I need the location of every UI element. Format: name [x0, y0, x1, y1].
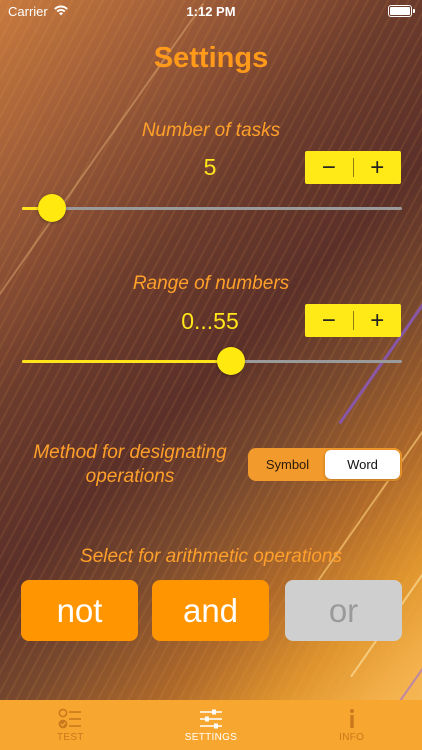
tab-settings[interactable]: SETTINGS — [141, 700, 282, 750]
tab-settings-label: SETTINGS — [184, 732, 238, 743]
checklist-icon — [58, 708, 82, 729]
tasks-label: Number of tasks — [141, 120, 281, 141]
battery-icon — [388, 5, 415, 17]
range-slider-thumb[interactable] — [217, 347, 245, 375]
clock-label: 1:12 PM — [186, 4, 236, 19]
range-stepper[interactable]: − + — [305, 304, 401, 337]
tasks-decrement-button[interactable]: − — [305, 151, 353, 184]
segment-word[interactable]: Word — [325, 450, 400, 479]
range-value: 0...55 — [181, 308, 239, 334]
page-title: Settings — [153, 42, 269, 74]
range-decrement-button[interactable]: − — [305, 304, 353, 337]
and-button[interactable]: and — [152, 580, 269, 641]
range-slider[interactable] — [22, 347, 402, 375]
tab-bar: TEST SETTINGS INFO — [0, 700, 422, 750]
tasks-value: 5 — [203, 154, 217, 180]
operations-label: Select for arithmetic operations — [80, 546, 342, 567]
sliders-icon — [200, 709, 222, 729]
range-slider-fill — [22, 360, 231, 363]
tab-info-label: INFO — [339, 732, 365, 743]
tasks-slider[interactable] — [22, 194, 402, 222]
tasks-increment-button[interactable]: + — [354, 151, 402, 184]
tasks-stepper[interactable]: − + — [305, 151, 401, 184]
status-bar: Carrier 1:12 PM — [0, 0, 422, 24]
tab-test[interactable]: TEST — [0, 700, 141, 750]
tab-info[interactable]: INFO — [281, 700, 422, 750]
method-segmented-control[interactable]: Symbol Word — [248, 448, 402, 481]
tasks-slider-thumb[interactable] — [38, 194, 66, 222]
segment-symbol[interactable]: Symbol — [250, 450, 325, 479]
info-icon — [349, 709, 354, 728]
or-button[interactable]: or — [285, 580, 402, 641]
range-label: Range of numbers — [132, 273, 290, 294]
not-button[interactable]: not — [21, 580, 138, 641]
method-label: Method for designating operations — [33, 442, 227, 487]
tab-test-label: TEST — [56, 732, 84, 743]
range-increment-button[interactable]: + — [354, 304, 402, 337]
